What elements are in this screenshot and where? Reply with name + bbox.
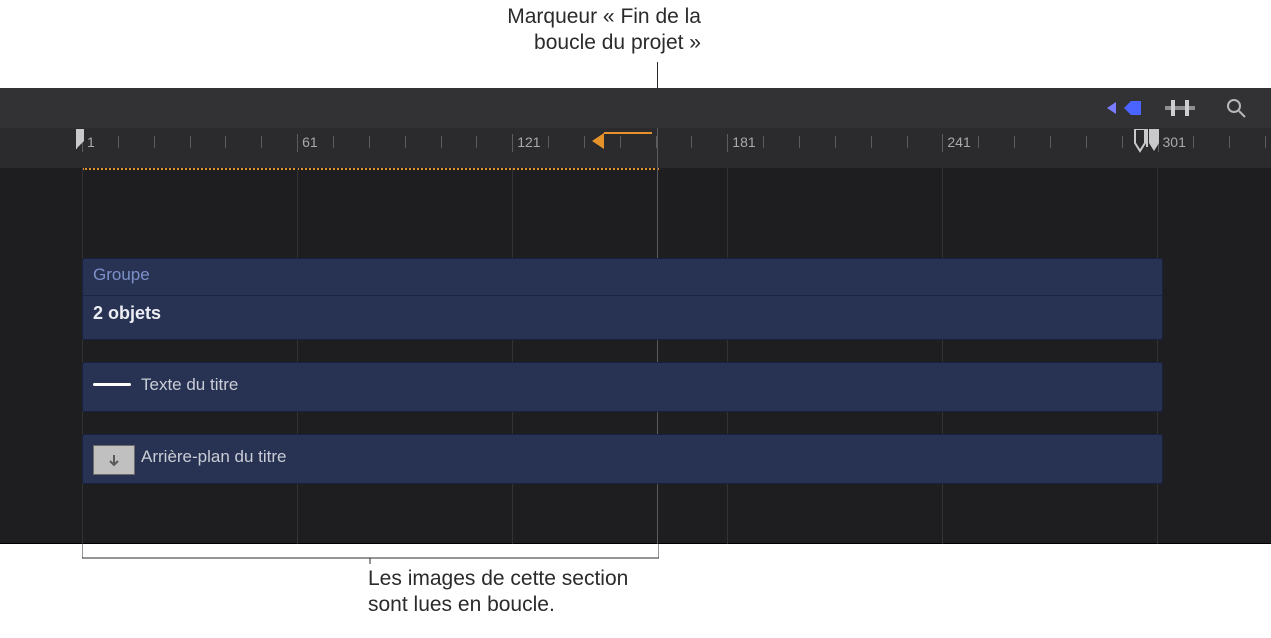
callout-loop-section: Les images de cette section sont lues en…: [368, 566, 728, 618]
ruler-label: 61: [299, 134, 318, 150]
lane-gridline: [82, 168, 83, 544]
tracks-area: Groupe 2 objets Texte du titre Arrière-p…: [0, 168, 1271, 544]
ruler-tick: [1122, 136, 1123, 148]
project-in-marker[interactable]: [76, 129, 88, 147]
ruler-tick: [512, 134, 513, 152]
ruler-ticks: 161121181241301: [0, 134, 1271, 164]
title-text-label: Texte du titre: [141, 375, 238, 395]
title-background-label: Arrière-plan du titre: [141, 447, 287, 467]
time-ruler[interactable]: 161121181241301: [0, 128, 1271, 168]
timeline-toolbar: [0, 88, 1271, 128]
project-out-marker[interactable]: [1133, 129, 1163, 163]
ruler-tick: [907, 136, 908, 148]
ruler-tick: [1050, 136, 1051, 148]
lane-gridline: [942, 168, 943, 544]
ruler-tick: [1193, 136, 1194, 148]
ruler-tick: [835, 136, 836, 148]
snapping-toggle[interactable]: [1107, 98, 1141, 118]
callout-loop-section-line2: sont lues en boucle.: [368, 593, 555, 616]
toolbar-right-tools: [1107, 88, 1271, 128]
ruler-tick: [799, 136, 800, 148]
ruler-tick: [1014, 136, 1015, 148]
title-background-clip[interactable]: Arrière-plan du titre: [82, 434, 1163, 484]
ruler-label: 301: [1160, 134, 1186, 150]
page-root: Marqueur « Fin de la boucle du projet »: [0, 0, 1271, 638]
search-button[interactable]: [1219, 98, 1253, 118]
ruler-tick: [333, 136, 334, 148]
ruler-tick: [441, 136, 442, 148]
ruler-tick: [476, 136, 477, 148]
ruler-tick: [548, 136, 549, 148]
group-object-count: 2 objets: [93, 303, 161, 324]
group-title: Groupe: [93, 265, 150, 285]
ruler-tick: [763, 136, 764, 148]
callout-loop-end-line2: boucle du projet »: [534, 31, 701, 54]
drop-zone-icon: [93, 445, 135, 475]
ruler-tick: [405, 136, 406, 148]
ruler-tick: [225, 136, 226, 148]
ruler-label: 181: [729, 134, 755, 150]
ruler-tick: [190, 136, 191, 148]
callout-brace-bottom: [82, 544, 659, 564]
timeline-panel: 161121181241301: [0, 88, 1271, 544]
ruler-tick: [154, 136, 155, 148]
ruler-tick: [118, 136, 119, 148]
ruler-tick: [1086, 136, 1087, 148]
group-track-clip[interactable]: Groupe 2 objets: [82, 258, 1163, 340]
callout-loop-end-line1: Marqueur « Fin de la: [507, 5, 701, 28]
ruler-tick: [1229, 136, 1230, 148]
ruler-label: 241: [944, 134, 970, 150]
text-layer-icon: [93, 383, 131, 386]
ruler-tick: [691, 136, 692, 148]
lane-gridline: [1157, 168, 1158, 544]
ruler-tick: [942, 134, 943, 152]
ruler-tick: [1265, 136, 1266, 148]
lane-gridline: [512, 168, 513, 544]
ruler-tick: [584, 136, 585, 148]
title-text-clip[interactable]: Texte du titre: [82, 362, 1163, 412]
loop-end-marker[interactable]: [592, 133, 604, 149]
ruler-tick: [978, 136, 979, 148]
callout-loop-end-marker: Marqueur « Fin de la boucle du projet »: [451, 4, 701, 56]
ruler-tick: [261, 136, 262, 148]
ruler-tick: [297, 134, 298, 152]
ruler-tick: [727, 134, 728, 152]
ruler-tick: [871, 136, 872, 148]
ruler-label: 121: [514, 134, 540, 150]
ruler-tick: [369, 136, 370, 148]
keyframe-editor-toggle[interactable]: [1163, 98, 1197, 118]
ruler-tick: [620, 136, 621, 148]
callout-loop-section-line1: Les images de cette section: [368, 567, 628, 590]
loop-end-marker-handle: [604, 132, 652, 134]
lane-gridline: [297, 168, 298, 544]
lane-gridline: [727, 168, 728, 544]
group-divider: [83, 295, 1162, 296]
